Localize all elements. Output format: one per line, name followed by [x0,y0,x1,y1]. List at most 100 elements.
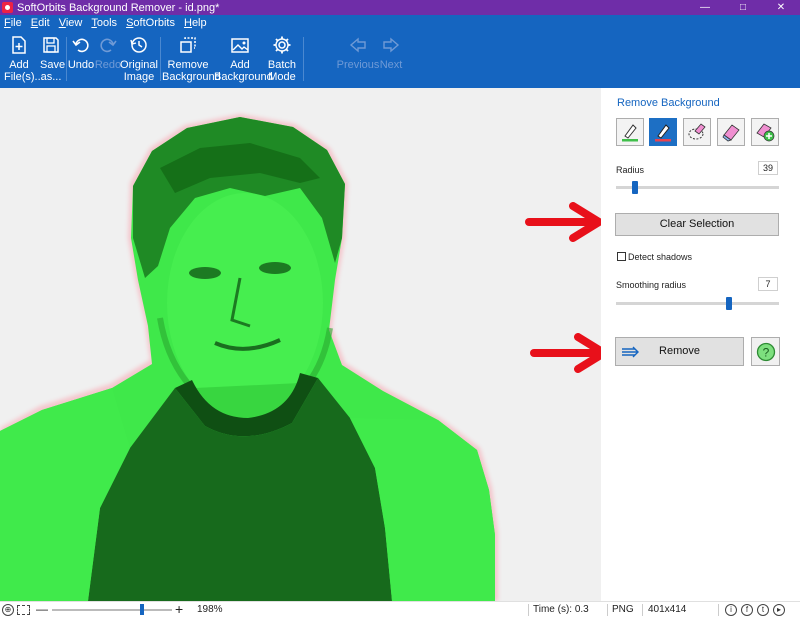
add-background-label: Add Background [214,59,273,83]
image-dimensions: 401x414 [648,604,687,615]
facebook-icon[interactable]: f [741,604,753,616]
add-background-button[interactable]: Add Background [214,35,273,83]
undo-icon [72,38,89,53]
redo-label: Redo [94,59,122,71]
lasso-eraser-tool[interactable] [683,118,711,146]
keep-marker-icon [622,124,638,142]
status-separator [642,604,643,616]
history-icon [130,37,147,53]
toolbar-separator [160,37,161,81]
save-as-label: Save as... [40,59,66,83]
next-button[interactable]: Next [378,35,404,71]
detect-shadows-checkbox[interactable] [617,252,626,261]
batch-mode-label: Batch Mode [267,59,297,83]
svg-text:?: ? [763,346,770,360]
magic-eraser-tool[interactable] [751,118,779,146]
smoothing-slider-track[interactable] [616,302,779,305]
maximize-button[interactable]: □ [724,0,762,15]
add-file-icon [12,36,26,54]
next-label: Next [379,59,403,71]
eraser-icon [722,124,740,142]
remove-marker-tool[interactable] [649,118,677,146]
menu-help[interactable]: Help [184,17,207,29]
arrow-lines-icon [622,346,639,358]
status-bar: ⊕ — + 198% Time (s): 0.3 PNG 401x414 i f… [0,601,800,617]
previous-label: Previous [336,59,380,71]
image-canvas[interactable] [0,88,601,601]
save-icon [43,37,59,53]
radius-slider-handle[interactable] [631,181,638,194]
menu-tools[interactable]: Tools [91,17,117,29]
keep-marker-tool[interactable] [616,118,644,146]
help-button[interactable]: ? [751,337,780,366]
window-title: SoftOrbits Background Remover - id.png* [17,1,220,14]
zoom-fit-icon[interactable]: ⊕ [2,604,14,616]
redo-icon [100,38,117,53]
radius-slider-track[interactable] [616,186,779,189]
radius-value-field[interactable]: 39 [758,161,778,175]
toolbar-separator [66,37,67,81]
radius-label: Radius [616,165,645,175]
magic-eraser-icon [756,123,775,142]
twitter-icon[interactable]: t [757,604,769,616]
zoom-out-icon[interactable]: — [36,602,48,616]
remove-background-label: Remove Background [162,59,221,83]
save-as-button[interactable]: Save as... [38,35,66,83]
arrow-annotation-icon [525,202,603,242]
original-image-button[interactable]: Original Image [120,35,158,83]
redo-button[interactable]: Redo [95,35,121,71]
zoom-slider-handle[interactable] [140,604,144,615]
menu-view[interactable]: View [59,17,83,29]
zoom-level: 198% [197,604,223,615]
remove-marker-icon [655,124,671,142]
window-controls: — □ ✕ [686,0,800,15]
smoothing-slider-handle[interactable] [725,297,732,310]
status-separator [528,604,529,616]
batch-mode-button[interactable]: Batch Mode [266,35,298,83]
close-button[interactable]: ✕ [762,0,800,15]
help-icon: ? [756,342,776,362]
info-icon[interactable]: i [725,604,737,616]
lasso-eraser-icon [688,123,706,140]
remove-button[interactable]: Remove [615,337,744,366]
status-separator [718,604,719,616]
remove-background-panel: Remove Background Radius 39 Clear Select… [601,88,800,601]
gear-icon [273,36,291,54]
eraser-tool[interactable] [717,118,745,146]
original-image-label: Original Image [120,59,158,83]
menu-softorbits[interactable]: SoftOrbits [126,17,175,29]
detect-shadows-label: Detect shadows [628,252,693,262]
add-files-label: Add File(s)... [4,59,44,83]
toolbar: Add File(s)... Save as... Undo Redo Orig… [0,31,800,88]
selected-person-photo [0,114,498,601]
smoothing-radius-field[interactable]: 7 [758,277,778,291]
remove-background-icon [180,37,196,53]
minimize-button[interactable]: — [686,0,724,15]
title-bar: SoftOrbits Background Remover - id.png* … [0,0,800,15]
remove-button-label: Remove [659,345,700,357]
undo-button[interactable]: Undo [68,35,94,71]
menu-edit[interactable]: Edit [31,17,50,29]
panel-title: Remove Background [617,97,720,109]
add-files-button[interactable]: Add File(s)... [4,35,44,83]
smoothing-radius-label: Smoothing radius [616,280,687,290]
app-logo-icon [2,2,13,13]
clear-selection-button[interactable]: Clear Selection [615,213,779,236]
processing-time: Time (s): 0.3 [533,604,589,615]
undo-label: Undo [67,59,95,71]
arrow-left-icon [349,37,366,53]
menu-bar: File Edit View Tools SoftOrbits Help [0,15,800,31]
youtube-icon[interactable]: ▸ [773,604,785,616]
arrow-annotation-icon [530,333,608,373]
toolbar-separator [303,37,304,81]
zoom-slider-track[interactable] [52,609,172,611]
menu-file[interactable]: File [4,17,22,29]
remove-background-button[interactable]: Remove Background [162,35,221,83]
zoom-actual-size-icon[interactable] [17,605,30,615]
image-format: PNG [612,604,634,615]
zoom-in-icon[interactable]: + [175,601,183,617]
previous-button[interactable]: Previous [336,35,380,71]
status-separator [607,604,608,616]
arrow-right-icon [383,37,400,53]
image-icon [231,38,249,53]
